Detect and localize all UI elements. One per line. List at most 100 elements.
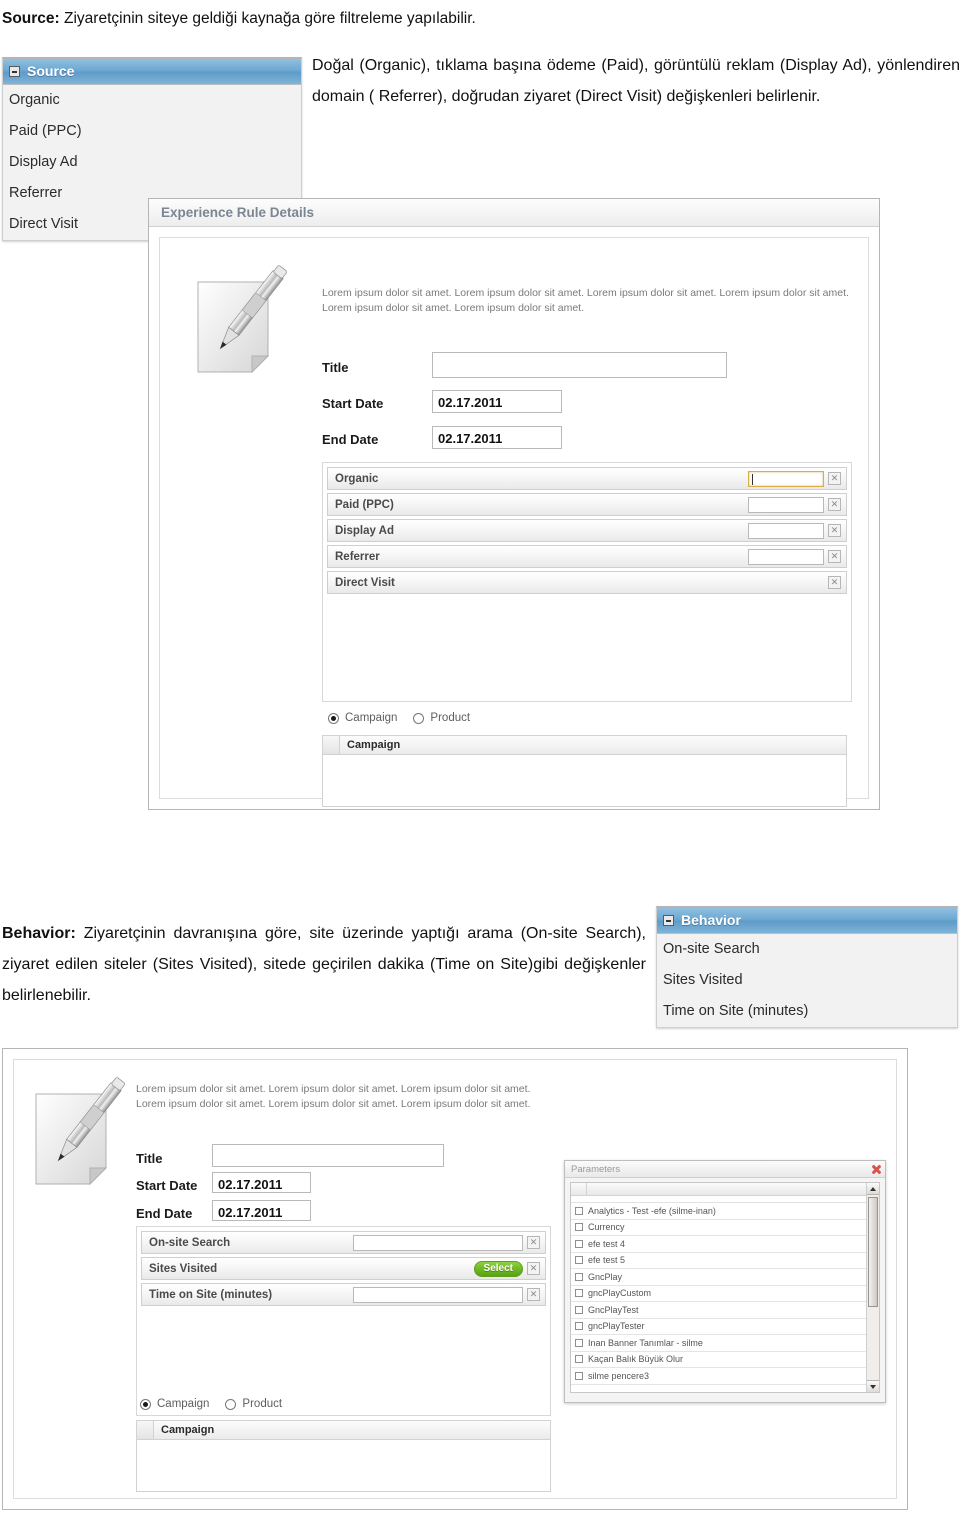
end-date-input[interactable]: 02.17.2011 [432, 426, 562, 449]
row-checkbox[interactable] [575, 1355, 583, 1364]
behavior-tree-header-label: Behavior [681, 912, 741, 928]
criteria-row-referrer[interactable]: Referrer ✕ [327, 545, 847, 568]
remove-x-icon[interactable]: ✕ [828, 498, 841, 511]
behavior-heading-bold: Behavior: [2, 925, 76, 942]
parameter-name: gncPlayTester [588, 1321, 645, 1332]
criteria-value-input[interactable] [353, 1234, 523, 1251]
end-date-input[interactable]: 02.17.2011 [212, 1200, 311, 1221]
sidebar-item-display-ad[interactable]: Display Ad [3, 147, 301, 178]
list-item[interactable]: gncPlayCustom [571, 1286, 866, 1302]
parameters-window[interactable]: Parameters Analytics - Test -efe (silme-… [564, 1160, 886, 1403]
row-checkbox[interactable] [575, 1239, 583, 1248]
criteria-row-onsite-search[interactable]: On-site Search ✕ [141, 1231, 546, 1254]
row-checkbox[interactable] [575, 1371, 583, 1380]
remove-x-icon[interactable]: ✕ [828, 576, 841, 589]
criteria-row-sites-visited[interactable]: Sites Visited Select ✕ [141, 1257, 546, 1280]
row-checkbox[interactable] [575, 1272, 583, 1281]
behavior-form-description: Lorem ipsum dolor sit amet. Lorem ipsum … [136, 1083, 531, 1110]
remove-x-icon[interactable]: ✕ [527, 1262, 540, 1275]
behavior-target-type-radios[interactable]: Campaign Product [140, 1398, 292, 1410]
criteria-value-input[interactable] [748, 470, 824, 487]
sidebar-item-time-on-site[interactable]: Time on Site (minutes) [657, 996, 957, 1027]
grid-body[interactable] [323, 755, 846, 806]
list-item[interactable]: efe test 4 [571, 1236, 866, 1253]
minus-box-icon[interactable] [9, 65, 20, 77]
sidebar-item-sites-visited[interactable]: Sites Visited [657, 965, 957, 996]
scrollbar-thumb[interactable] [868, 1197, 878, 1307]
title-input[interactable] [212, 1144, 444, 1167]
criteria-row-paid[interactable]: Paid (PPC) ✕ [327, 493, 847, 516]
source-tree-header[interactable]: Source [3, 59, 301, 85]
row-checkbox[interactable] [575, 1256, 583, 1265]
criteria-label: Organic [335, 472, 379, 485]
behavior-paragraph-rest: Ziyaretçinin davranışına göre, site üzer… [2, 925, 646, 1004]
radio-product[interactable] [413, 712, 425, 724]
remove-x-icon[interactable]: ✕ [828, 550, 841, 563]
sidebar-item-onsite-search[interactable]: On-site Search [657, 934, 957, 965]
pencil-note-icon [28, 1072, 128, 1190]
parameters-list-header [571, 1183, 866, 1196]
parameter-name: Analytics - Test -efe (silme-inan) [588, 1205, 716, 1216]
criteria-row-display-ad[interactable]: Display Ad ✕ [327, 519, 847, 542]
criteria-value-input[interactable] [748, 548, 824, 565]
source-heading-rest: Ziyaretçinin siteye geldiği kaynağa göre… [59, 10, 476, 27]
sidebar-item-paid[interactable]: Paid (PPC) [3, 116, 301, 147]
behavior-campaign-grid[interactable]: Campaign [136, 1420, 551, 1492]
remove-x-icon[interactable]: ✕ [828, 524, 841, 537]
remove-x-icon[interactable]: ✕ [527, 1288, 540, 1301]
row-checkbox[interactable] [575, 1289, 583, 1298]
behavior-tree-header[interactable]: Behavior [657, 908, 957, 934]
parameters-list[interactable]: Analytics - Test -efe (silme-inan) Curre… [571, 1183, 866, 1392]
list-item[interactable]: silme pencere3 [571, 1368, 866, 1385]
list-item[interactable]: Analytics - Test -efe (silme-inan) [571, 1203, 866, 1220]
source-heading-bold: Source: [2, 10, 60, 27]
pencil-note-icon [190, 260, 290, 378]
source-target-type-radios[interactable]: Campaign Product [328, 712, 480, 724]
criteria-label: Time on Site (minutes) [149, 1288, 273, 1301]
list-item[interactable]: efe test 5 [571, 1253, 866, 1269]
sidebar-item-organic[interactable]: Organic [3, 85, 301, 116]
list-item[interactable]: GncPlayTest [571, 1302, 866, 1319]
remove-x-icon[interactable]: ✕ [828, 472, 841, 485]
minus-box-icon[interactable] [663, 914, 674, 926]
source-campaign-grid[interactable]: Campaign [322, 735, 847, 807]
criteria-row-time-on-site[interactable]: Time on Site (minutes) ✕ [141, 1283, 546, 1306]
remove-x-icon[interactable]: ✕ [527, 1236, 540, 1249]
grid-gutter [323, 736, 340, 754]
list-item[interactable]: Kaçan Balık Büyük Olur [571, 1352, 866, 1368]
row-checkbox[interactable] [575, 1322, 583, 1331]
title-input[interactable] [432, 352, 727, 378]
behavior-rule-screenshot: Lorem ipsum dolor sit amet. Lorem ipsum … [2, 1048, 908, 1510]
behavior-tree-panel[interactable]: Behavior On-site Search Sites Visited Ti… [656, 906, 958, 1028]
list-item[interactable]: Currency [571, 1220, 866, 1236]
row-checkbox[interactable] [575, 1305, 583, 1314]
list-item[interactable]: GncPlay [571, 1269, 866, 1286]
start-date-input[interactable]: 02.17.2011 [212, 1172, 311, 1193]
radio-campaign[interactable] [328, 712, 339, 724]
parameter-name: silme pencere3 [588, 1370, 650, 1381]
row-checkbox[interactable] [575, 1223, 583, 1232]
row-checkbox[interactable] [575, 1206, 583, 1215]
criteria-value-input[interactable] [748, 496, 824, 513]
criteria-row-direct-visit[interactable]: Direct Visit ✕ [327, 571, 847, 594]
criteria-row-organic[interactable]: Organic ✕ [327, 467, 847, 490]
arrow-down-icon[interactable] [867, 1380, 879, 1392]
criteria-value-input[interactable] [748, 522, 824, 539]
parameter-name: Currency [588, 1222, 625, 1233]
row-checkbox[interactable] [575, 1338, 583, 1347]
experience-rule-details-title: Experience Rule Details [161, 205, 315, 220]
select-button[interactable]: Select [473, 1260, 523, 1277]
criteria-value-input[interactable] [353, 1286, 523, 1303]
radio-product[interactable] [225, 1398, 237, 1410]
radio-campaign[interactable] [140, 1398, 151, 1410]
start-date-input[interactable]: 02.17.2011 [432, 390, 562, 413]
list-item[interactable]: gncPlayTester [571, 1319, 866, 1335]
source-rule-body: Lorem ipsum dolor sit amet. Lorem ipsum … [159, 237, 869, 807]
parameters-scrollbar[interactable] [866, 1183, 879, 1392]
list-item[interactable]: Inan Banner Tanımlar - silme [571, 1335, 866, 1352]
close-x-icon[interactable] [871, 1164, 882, 1175]
arrow-up-icon[interactable] [867, 1183, 879, 1195]
grid-column-campaign: Campaign [347, 739, 401, 751]
grid-body[interactable] [137, 1440, 550, 1491]
criteria-label: Referrer [335, 550, 380, 563]
